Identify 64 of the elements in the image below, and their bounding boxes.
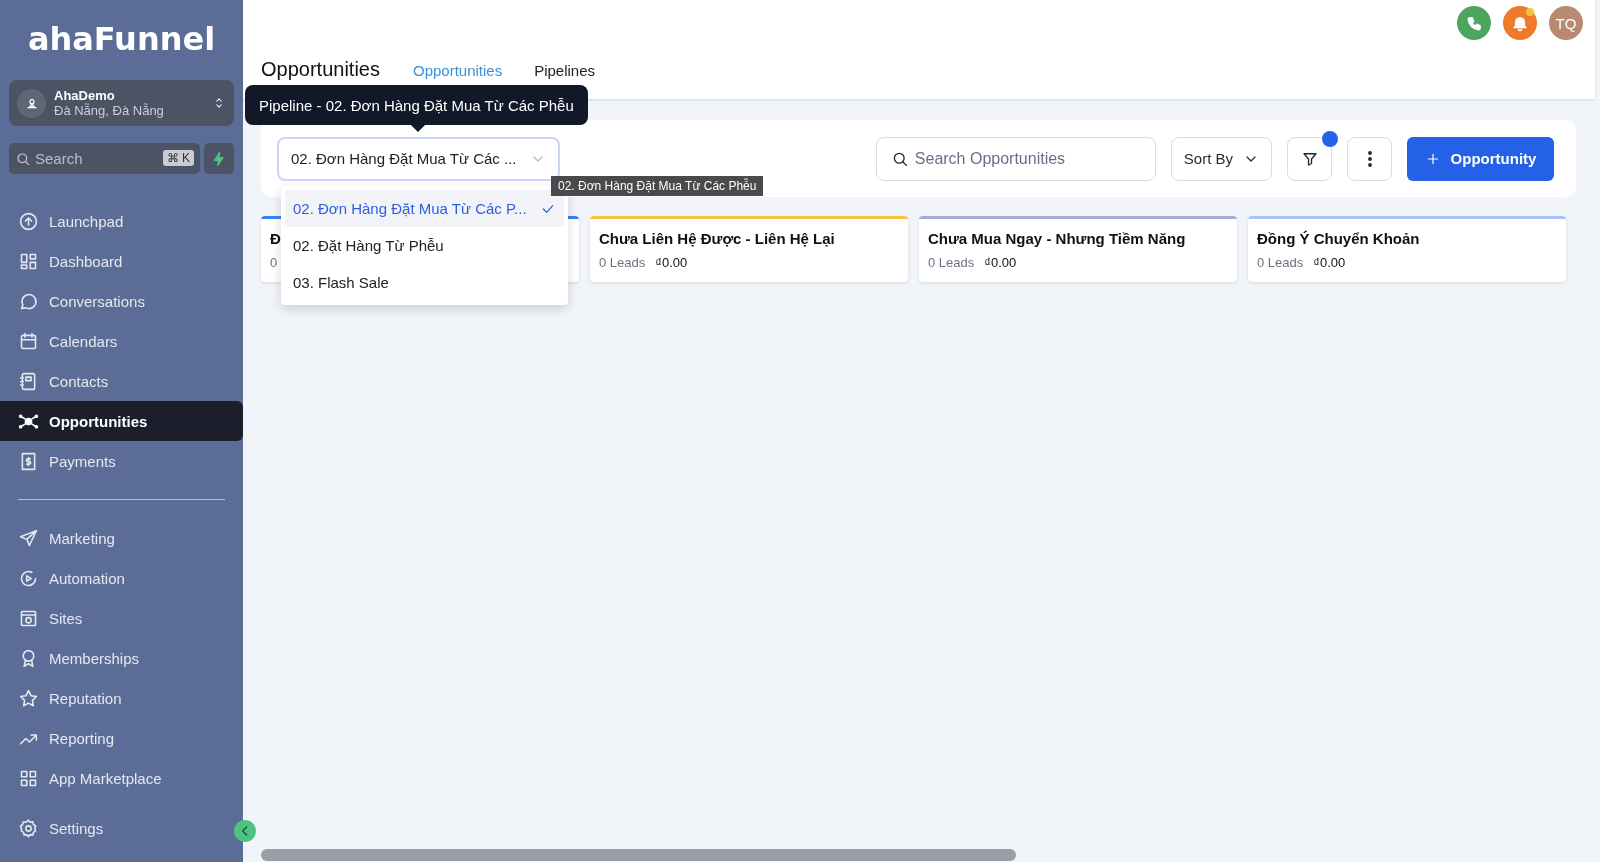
sort-button[interactable]: Sort By	[1170, 136, 1272, 181]
stage-name: Đ	[270, 230, 281, 247]
send-icon	[18, 527, 39, 549]
quick-action-button[interactable]	[204, 143, 234, 174]
stage-card[interactable]: Đồng Ý Chuyển Khoản 0 Leads ₫0.00	[1248, 216, 1566, 282]
stage-value: ₫0.00	[984, 255, 1017, 270]
star-icon	[18, 687, 39, 709]
upload-circle-icon	[18, 210, 39, 232]
nav-item[interactable]: Contacts	[0, 361, 227, 401]
nav-item[interactable]: Settings	[0, 808, 227, 848]
nav-item[interactable]: Memberships	[0, 638, 227, 678]
more-vertical-icon	[1367, 150, 1372, 167]
pipeline-option[interactable]: 03. Flash Sale	[285, 264, 564, 301]
pipeline-option[interactable]: 02. Đơn Hàng Đặt Mua Từ Các P...	[285, 190, 564, 227]
search-field[interactable]: Search Opportunities	[875, 136, 1156, 181]
filter-button[interactable]	[1287, 136, 1332, 181]
nav-item[interactable]: Reporting	[0, 718, 227, 758]
pipeline-tooltip: Pipeline - 02. Đơn Hàng Đặt Mua Từ Các Phễu	[245, 85, 588, 125]
page-title: Opportunities	[261, 58, 380, 81]
stage-card[interactable]: Chưa Mua Ngay - Nhưng Tiềm Năng 0 Leads ₫0.00	[919, 216, 1237, 282]
stage-name: Chưa Mua Ngay - Nhưng Tiềm Năng	[928, 230, 1186, 247]
lead-count: 0 Leads	[1257, 255, 1304, 270]
nav-item[interactable]: Marketing	[0, 518, 227, 558]
stage-card[interactable]: Chưa Liên Hệ Được - Liên Hệ Lại 0 Leads ₫0.00	[590, 216, 908, 282]
add-opportunity-button[interactable]: Opportunity	[1407, 136, 1554, 181]
nav-item[interactable]: Sites	[0, 598, 227, 638]
nav-item[interactable]: Payments	[0, 441, 227, 481]
nav-item[interactable]: Calendars	[0, 321, 227, 361]
account-name: AhaDemo	[54, 88, 116, 103]
nav-item[interactable]: Launchpad	[0, 201, 227, 241]
account-switcher[interactable]: AhaDemo Đà Nẵng, Đà Nẵng	[9, 80, 234, 126]
tab[interactable]: Pipelines	[534, 60, 596, 79]
shortcut-key: ⌘ K	[162, 150, 194, 166]
nav-item[interactable]: Dashboard	[0, 241, 227, 281]
search-icon	[15, 151, 31, 167]
notifications-button[interactable]	[1503, 6, 1537, 40]
pipeline-option[interactable]: 02. Đặt Hàng Từ Phễu	[285, 227, 564, 264]
gear-icon	[18, 817, 39, 839]
horizontal-scrollbar[interactable]	[261, 849, 1016, 861]
logo: ahaFunnel	[27, 20, 216, 60]
nav-item[interactable]: Reputation	[0, 678, 227, 718]
tab[interactable]: Opportunities	[412, 60, 503, 79]
stage-value: ₫0.00	[655, 255, 688, 270]
bell-icon	[1511, 14, 1529, 32]
nav-item[interactable]: App Marketplace	[0, 758, 227, 798]
stage-value: ₫0.00	[1313, 255, 1346, 270]
collapse-button[interactable]	[234, 820, 256, 842]
phone-icon	[1465, 14, 1483, 32]
lightning-icon	[211, 150, 227, 167]
call-button[interactable]	[1457, 6, 1491, 40]
nav-item[interactable]: Opportunities	[0, 401, 243, 441]
lead-count: 0 Leads	[928, 255, 975, 270]
nav-item[interactable]: Automation	[0, 558, 227, 598]
lead-count: 0	[270, 255, 278, 270]
option-tooltip: 02. Đơn Hàng Đặt Mua Từ Các Phễu	[551, 176, 764, 196]
lead-count: 0 Leads	[599, 255, 646, 270]
pipeline-select[interactable]: 02. Đơn Hàng Đặt Mua Từ Các ...	[277, 136, 560, 181]
user-avatar[interactable]: TQ	[1549, 6, 1583, 40]
nav-item[interactable]: Conversations	[0, 281, 227, 321]
more-options-button[interactable]	[1347, 136, 1392, 181]
account-location: Đà Nẵng, Đà Nẵng	[54, 103, 165, 118]
stage-name: Chưa Liên Hệ Được - Liên Hệ Lại	[599, 230, 835, 247]
stage-name: Đồng Ý Chuyển Khoản	[1257, 230, 1420, 247]
calendar-icon	[18, 330, 39, 352]
